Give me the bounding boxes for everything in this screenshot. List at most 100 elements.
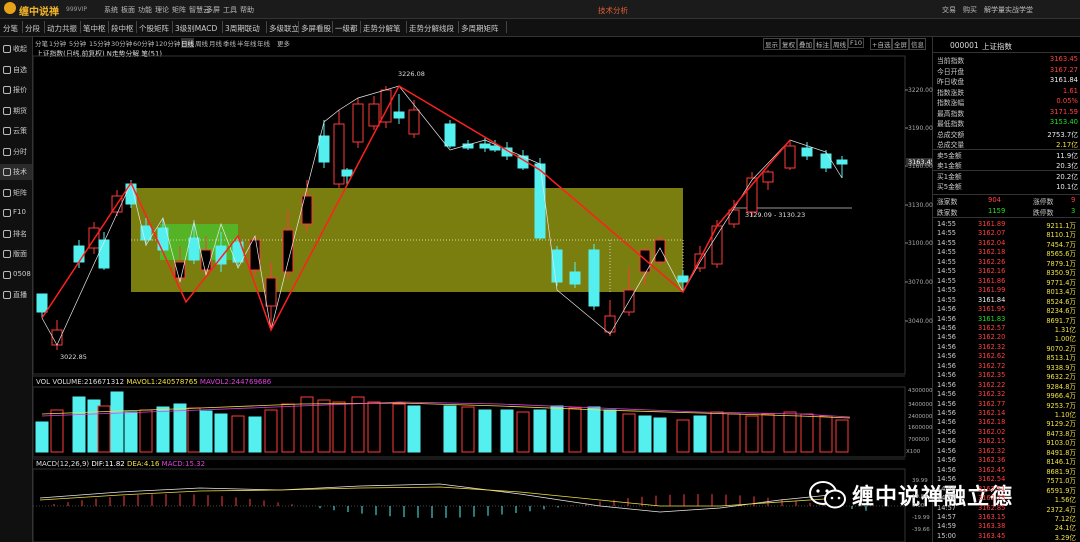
toolbar-button-4[interactable]: 段中枢 [111, 23, 134, 34]
nav-label: F10 [13, 208, 26, 216]
top-right-item-0[interactable]: 交易 [942, 5, 956, 15]
chart-tool-button-5[interactable]: F10 [848, 38, 865, 48]
macd-axis-label: 0.00 [912, 503, 925, 509]
toolbar-divider [172, 21, 173, 33]
period-tab-5[interactable]: 60分钟 [133, 38, 154, 48]
price-axis-label: 3190.00 [908, 125, 933, 132]
period-tab-4[interactable]: 30分钟 [111, 38, 132, 48]
breadth-label-2: 跌停数 [1033, 209, 1054, 217]
tick-time: 14:56 [937, 456, 957, 465]
toolbar-button-5[interactable]: 个股矩阵 [139, 23, 169, 34]
candle-body [341, 169, 353, 177]
top-right-item-2[interactable]: 解学量 [984, 5, 1005, 15]
toolbar-button-13[interactable]: 多周期矩阵 [461, 23, 499, 34]
menu-item-3[interactable]: 理论 [155, 5, 169, 15]
chart-tool-button-6[interactable]: +自选 [870, 38, 893, 50]
candle-body [408, 109, 420, 135]
period-tab-12[interactable]: 年线 [257, 38, 270, 48]
toolbar-button-10[interactable]: 一级都 [335, 23, 358, 34]
nav-item-3[interactable]: 期货 [0, 103, 32, 119]
nav-item-7[interactable]: 矩阵 [0, 185, 32, 201]
quote-value: 2.17亿 [1056, 141, 1078, 149]
period-tab-0[interactable]: 分笔 [35, 38, 48, 48]
toolbar-button-7[interactable]: 3周期联动 [225, 23, 260, 34]
quote-value: 0.05% [1056, 97, 1078, 105]
toolbar-button-8[interactable]: 多级联立 [269, 23, 299, 34]
chart-tool-button-8[interactable]: 信息 [909, 38, 926, 50]
tick-time: 14:56 [937, 437, 957, 446]
tick-time: 14:55 [937, 248, 957, 257]
volume-bar [443, 405, 457, 453]
tick-time: 14:56 [937, 352, 957, 361]
chart-tool-button-4[interactable]: 周线 [831, 38, 848, 50]
period-tab-8[interactable]: 周线 [195, 38, 208, 48]
period-tab-1[interactable]: 1分钟 [49, 38, 66, 48]
toolbar-button-12[interactable]: 走势分解线段 [409, 23, 454, 34]
toolbar-button-2[interactable]: 动力共振 [47, 23, 77, 34]
chart-tool-button-2[interactable]: 叠加 [797, 38, 814, 50]
breadth-label: 跌家数 [937, 209, 958, 217]
chart-tool-button-7[interactable]: 全屏 [892, 38, 909, 50]
chart-tool-button-3[interactable]: 标注 [814, 38, 831, 50]
nav-item-8[interactable]: F10 [0, 205, 32, 221]
toolbar-button-0[interactable]: 分笔 [3, 23, 18, 34]
nav-item-5[interactable]: 分时 [0, 144, 32, 160]
nav-item-1[interactable]: 自选 [0, 62, 32, 78]
period-tab-10[interactable]: 季线 [223, 38, 236, 48]
candle-body [820, 153, 832, 169]
period-tab-9[interactable]: 月线 [209, 38, 222, 48]
price-axis-label: 3100.00 [908, 240, 933, 247]
period-tab-7[interactable]: 日线 [181, 38, 194, 48]
nav-item-9[interactable]: 排名 [0, 226, 32, 242]
toolbar-button-3[interactable]: 笔中枢 [83, 23, 106, 34]
macd-label: MACD(12,26,9) [36, 460, 90, 468]
nav-item-4[interactable]: 云策 [0, 123, 32, 139]
menu-item-0[interactable]: 系统 [104, 5, 118, 15]
quote-name[interactable]: 上证指数 [982, 41, 1012, 52]
toolbar-button-9[interactable]: 多屏看股 [301, 23, 331, 34]
nav-item-6[interactable]: 技术 [0, 164, 32, 180]
volume-bar [461, 406, 475, 453]
candle-body [489, 145, 501, 151]
nav-item-12[interactable]: 直播 [0, 287, 32, 303]
tick-time: 14:56 [937, 494, 957, 503]
period-tab-11[interactable]: 半年线 [237, 38, 257, 48]
nav-item-0[interactable]: 收起 [0, 41, 32, 57]
quote-value: 3153.40 [1049, 118, 1078, 126]
macd-axis-label: 39.99 [912, 478, 928, 484]
menu-item-4[interactable]: 矩阵 [172, 5, 186, 15]
volume-bar [500, 409, 514, 453]
menu-item-1[interactable]: 板面 [121, 5, 135, 15]
quote-label: 昨日收盘 [937, 78, 965, 86]
tick-price: 3162.32 [978, 342, 1006, 351]
nav-item-10[interactable]: 版面 [0, 246, 32, 262]
nav-label: 自选 [13, 65, 27, 74]
menu-item-7[interactable]: 工具 [223, 5, 237, 15]
period-tab-6[interactable]: 120分钟 [155, 38, 180, 48]
candle-body [836, 159, 848, 165]
volume-bar [332, 401, 346, 453]
nav-label: 报价 [13, 86, 27, 94]
clock-icon [3, 147, 11, 156]
nav-item-11[interactable]: 0508 [0, 267, 32, 283]
tick-price: 3161.83 [978, 314, 1006, 323]
period-tab-13[interactable]: 更多 [277, 38, 290, 48]
top-right-item-1[interactable]: 购买 [963, 5, 977, 15]
period-tab-3[interactable]: 15分钟 [89, 38, 110, 48]
chart-tool-button-0[interactable]: 显示 [763, 38, 780, 50]
breadth-label: 涨家数 [937, 198, 958, 206]
nav-item-2[interactable]: 报价 [0, 82, 32, 98]
menu-item-2[interactable]: 功能 [138, 5, 152, 15]
chart-tool-button-1[interactable]: 复权 [780, 38, 797, 50]
period-tab-2[interactable]: 5分钟 [69, 38, 86, 48]
menu-item-6[interactable]: 多屏 [206, 5, 220, 15]
toolbar-button-6[interactable]: 3级别MACD [175, 23, 217, 34]
top-right-item-3[interactable]: 实战学堂 [1005, 5, 1033, 15]
toolbar-button-1[interactable]: 分段 [25, 23, 40, 34]
tick-time: 14:56 [937, 361, 957, 370]
volume-bar [264, 409, 278, 453]
menu-item-8[interactable]: 帮助 [240, 5, 254, 15]
candle-body [479, 143, 491, 149]
toolbar-button-11[interactable]: 走势分解笔 [363, 23, 401, 34]
volume-bar [819, 415, 833, 453]
